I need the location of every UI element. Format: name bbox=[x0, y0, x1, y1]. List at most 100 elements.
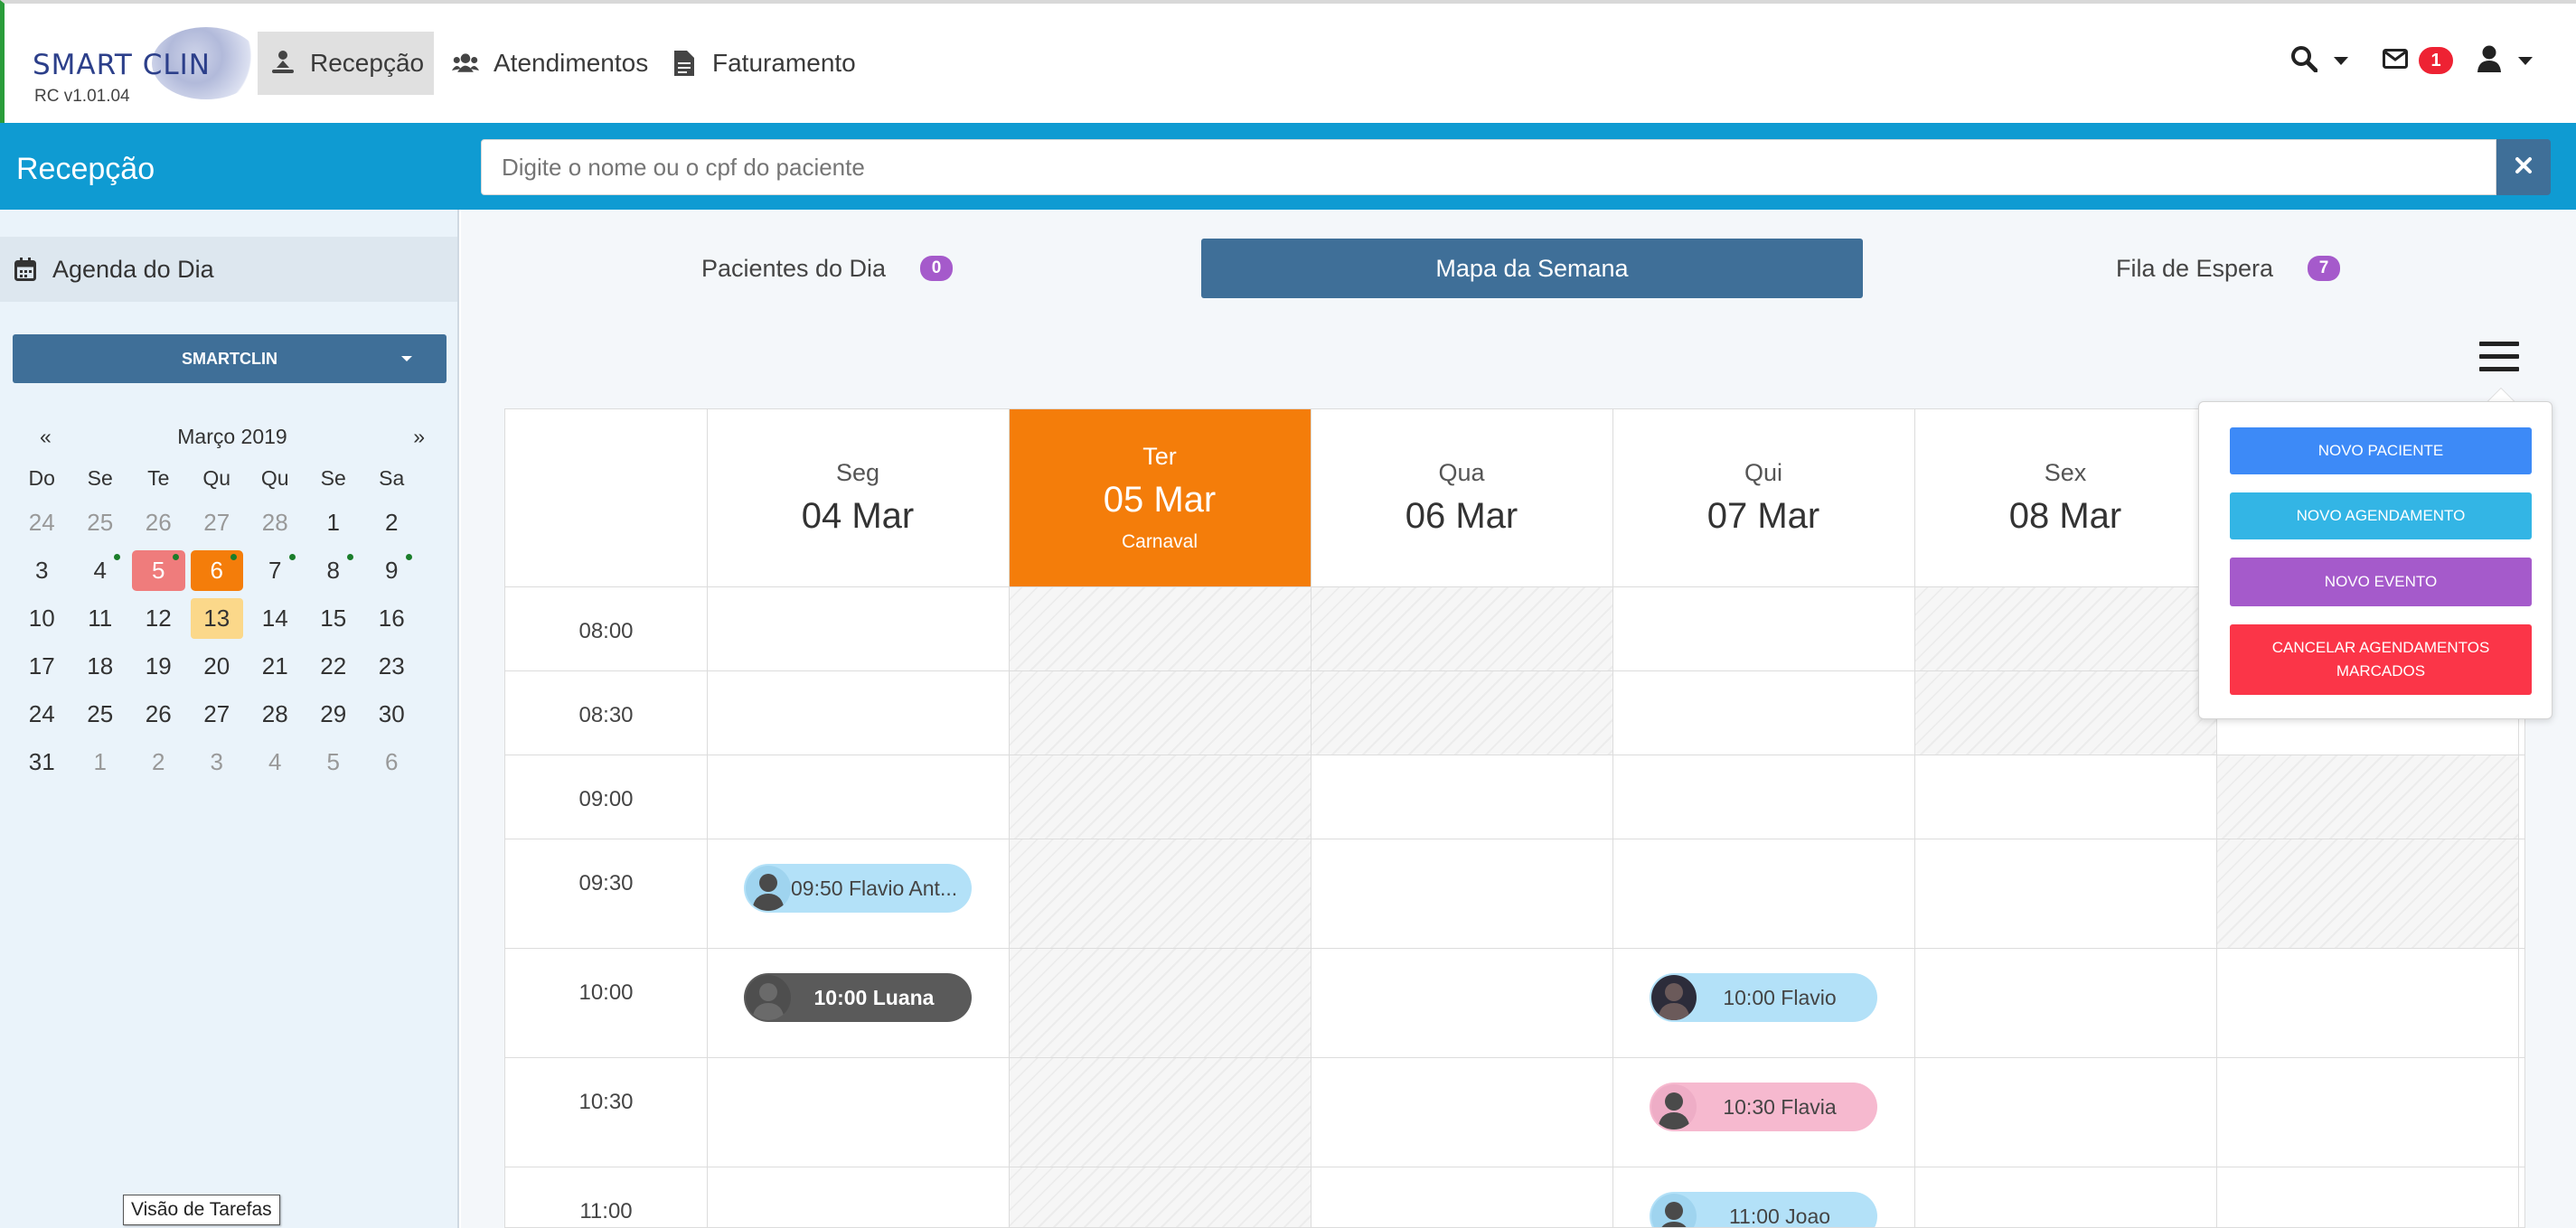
calendar-day-number: 25 bbox=[87, 700, 114, 727]
calendar-next-button[interactable]: » bbox=[413, 425, 425, 449]
appointment-chip[interactable]: 10:30 Flavia bbox=[1650, 1083, 1877, 1131]
calendar-day-number: 6 bbox=[210, 557, 223, 584]
calendar-day[interactable]: 24 bbox=[13, 499, 71, 547]
patient-search[interactable] bbox=[481, 139, 2496, 195]
calendar-day[interactable]: 15 bbox=[305, 595, 363, 642]
calendar-day[interactable]: 24 bbox=[13, 690, 71, 738]
calendar-day[interactable]: 2 bbox=[362, 499, 421, 547]
calendar-day[interactable]: 25 bbox=[71, 690, 130, 738]
event-dot bbox=[230, 554, 237, 560]
calendar-day[interactable]: 4 bbox=[71, 547, 130, 595]
chevron-down-icon bbox=[2518, 56, 2533, 65]
grid-line bbox=[1311, 409, 1312, 1227]
nav-faturamento[interactable]: Faturamento bbox=[658, 32, 869, 95]
clinic-select[interactable]: SMARTCLIN bbox=[13, 334, 447, 383]
brand-logo[interactable]: SMART CLIN RC v1.01.04 bbox=[27, 27, 260, 108]
calendar-day[interactable]: 7 bbox=[246, 547, 305, 595]
calendar-day[interactable]: 14 bbox=[246, 595, 305, 642]
calendar-day[interactable]: 3 bbox=[188, 738, 247, 786]
calendar-day-number: 22 bbox=[320, 652, 347, 680]
calendar-day[interactable]: 25 bbox=[71, 499, 130, 547]
time-slot-label: 08:30 bbox=[578, 703, 634, 727]
calendar-day[interactable]: 21 bbox=[246, 642, 305, 690]
calendar-day[interactable]: 22 bbox=[305, 642, 363, 690]
calendar-day[interactable]: 2 bbox=[129, 738, 188, 786]
calendar-day-number: 17 bbox=[28, 652, 55, 680]
calendar-day[interactable]: 26 bbox=[129, 499, 188, 547]
avatar bbox=[1651, 1194, 1697, 1227]
day-column-header[interactable]: Sex 08 Mar bbox=[1914, 409, 2216, 586]
unavailable-slot bbox=[2216, 839, 2518, 948]
cancel-appointments-button[interactable]: CANCELAR AGENDAMENTOS MARCADOS bbox=[2230, 624, 2532, 695]
calendar-day-number: 2 bbox=[152, 748, 165, 775]
calendar-day[interactable]: 16 bbox=[362, 595, 421, 642]
calendar-day[interactable]: 10 bbox=[13, 595, 71, 642]
nav-recepcao[interactable]: Recepção bbox=[258, 32, 434, 95]
users-icon bbox=[452, 50, 479, 77]
agenda-do-dia[interactable]: Agenda do Dia bbox=[0, 237, 457, 302]
calendar-day[interactable]: 5 bbox=[305, 738, 363, 786]
calendar-day[interactable]: 20 bbox=[188, 642, 247, 690]
calendar-day[interactable]: 18 bbox=[71, 642, 130, 690]
weekday-label: Do bbox=[28, 465, 55, 490]
appointment-chip[interactable]: 09:50 Flavio Ant... bbox=[744, 864, 972, 913]
chevron-down-icon bbox=[2334, 56, 2348, 65]
clinic-select-value: SMARTCLIN bbox=[182, 349, 277, 368]
unavailable-slot bbox=[1009, 755, 1311, 839]
calendar-day[interactable]: 9 bbox=[362, 547, 421, 595]
calendar-day[interactable]: 3 bbox=[13, 547, 71, 595]
calendar-day[interactable]: 28 bbox=[246, 690, 305, 738]
mail-button[interactable]: 1 bbox=[2383, 41, 2453, 80]
tab-mapa-da-semana[interactable]: Mapa da Semana bbox=[1201, 239, 1863, 298]
calendar-day[interactable]: 13 bbox=[188, 595, 247, 642]
calendar-day[interactable]: 5 bbox=[129, 547, 188, 595]
calendar-prev-button[interactable]: « bbox=[40, 425, 52, 449]
day-column-header[interactable]: Qua 06 Mar bbox=[1311, 409, 1612, 586]
calendar-day-number: 14 bbox=[261, 605, 288, 632]
calendar-day[interactable]: 17 bbox=[13, 642, 71, 690]
appointment-chip[interactable]: 11:00 Joao bbox=[1650, 1192, 1877, 1227]
actions-dropdown: NOVO PACIENTE NOVO AGENDAMENTO NOVO EVEN… bbox=[2198, 401, 2552, 719]
weekday-label: Sa bbox=[379, 465, 405, 490]
calendar-day[interactable]: 12 bbox=[129, 595, 188, 642]
nav-atendimentos[interactable]: Atendimentos bbox=[439, 32, 661, 95]
time-slot-label: 10:00 bbox=[578, 980, 634, 1005]
calendar-day[interactable]: 30 bbox=[362, 690, 421, 738]
search-toggle[interactable] bbox=[2290, 41, 2348, 80]
tab-pacientes-do-dia[interactable]: Pacientes do Dia 0 bbox=[687, 239, 967, 298]
calendar-day[interactable]: 6 bbox=[188, 547, 247, 595]
tab-fila-de-espera[interactable]: Fila de Espera 7 bbox=[2088, 239, 2368, 298]
calendar-day[interactable]: 27 bbox=[188, 499, 247, 547]
calendar-day[interactable]: 8 bbox=[305, 547, 363, 595]
appointment-chip[interactable]: 10:00 Luana bbox=[744, 973, 972, 1022]
calendar-day-number: 12 bbox=[145, 605, 172, 632]
day-column-header[interactable]: Seg 04 Mar bbox=[707, 409, 1009, 586]
day-column-header[interactable]: Qui 07 Mar bbox=[1612, 409, 1914, 586]
calendar-day[interactable]: 31 bbox=[13, 738, 71, 786]
new-appointment-button[interactable]: NOVO AGENDAMENTO bbox=[2230, 492, 2532, 539]
calendar-day[interactable]: 1 bbox=[305, 499, 363, 547]
calendar-day[interactable]: 11 bbox=[71, 595, 130, 642]
calendar-day[interactable]: 1 bbox=[71, 738, 130, 786]
hamburger-menu-icon[interactable] bbox=[2479, 342, 2519, 374]
calendar-day[interactable]: 6 bbox=[362, 738, 421, 786]
calendar-day[interactable]: 23 bbox=[362, 642, 421, 690]
clear-search-button[interactable] bbox=[2496, 139, 2551, 195]
day-column-header[interactable]: Ter 05 Mar Carnaval bbox=[1009, 409, 1311, 586]
calendar-day-number: 3 bbox=[35, 557, 49, 584]
calendar-day[interactable]: 28 bbox=[246, 499, 305, 547]
calendar-day[interactable]: 27 bbox=[188, 690, 247, 738]
new-patient-button[interactable]: NOVO PACIENTE bbox=[2230, 427, 2532, 474]
tab-label: Fila de Espera bbox=[2115, 254, 2274, 282]
new-event-button[interactable]: NOVO EVENTO bbox=[2230, 558, 2532, 606]
user-menu[interactable] bbox=[2477, 41, 2533, 80]
calendar-day[interactable]: 29 bbox=[305, 690, 363, 738]
calendar-month[interactable]: Março 2019 bbox=[177, 425, 287, 449]
sidebar: Agenda do Dia SMARTCLIN « Março 2019 » D… bbox=[0, 210, 459, 1228]
calendar-day[interactable]: 4 bbox=[246, 738, 305, 786]
calendar-day[interactable]: 26 bbox=[129, 690, 188, 738]
appointment-chip[interactable]: 10:00 Flavio bbox=[1650, 973, 1877, 1022]
envelope-icon bbox=[2383, 48, 2408, 73]
patient-search-input[interactable] bbox=[482, 140, 2496, 194]
calendar-day[interactable]: 19 bbox=[129, 642, 188, 690]
